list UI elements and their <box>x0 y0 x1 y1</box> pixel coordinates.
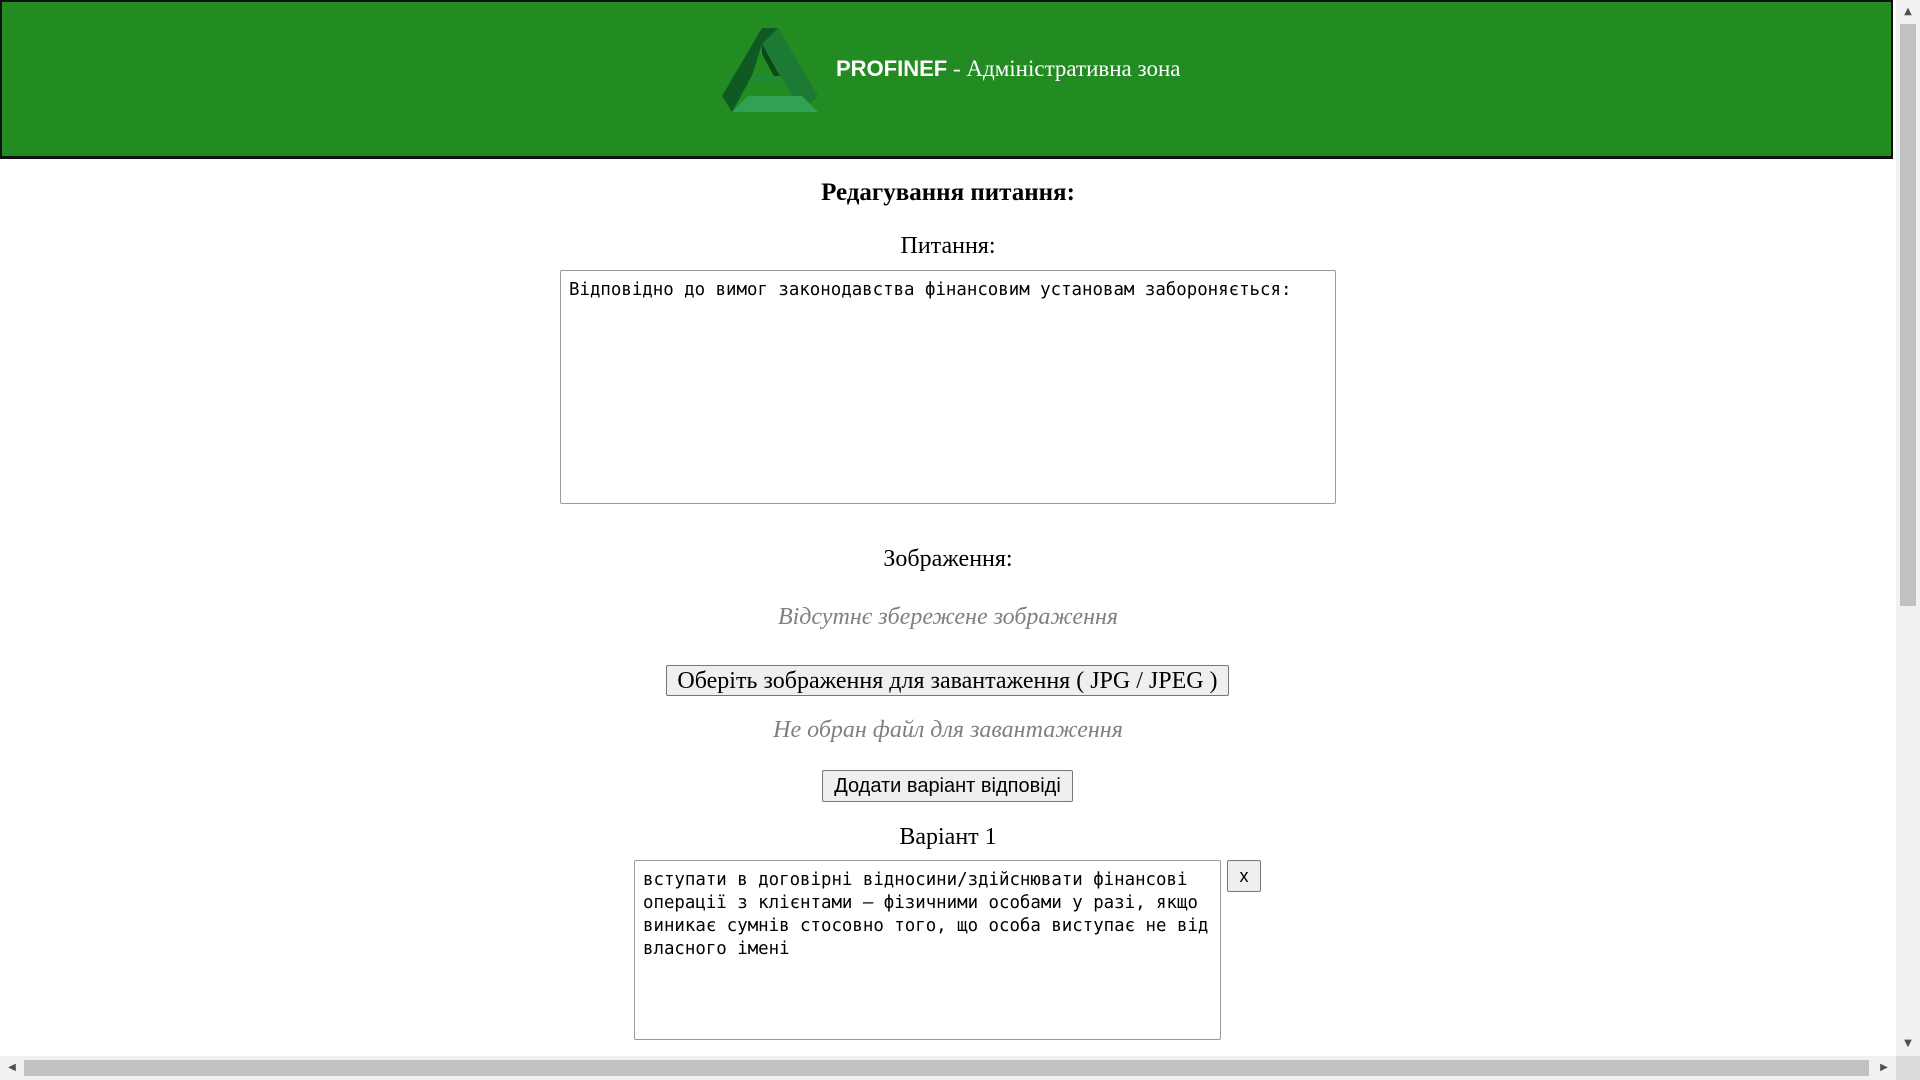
remove-variant-button[interactable]: x <box>1227 860 1261 892</box>
scroll-right-arrow-icon[interactable]: ▶ <box>1872 1056 1896 1080</box>
no-saved-image-text: Відсутнє збережене зображення <box>777 604 1119 630</box>
admin-header: PROFINEF - Адміністративна зона <box>0 0 1893 159</box>
zone-title: Адміністративна зона <box>966 56 1181 81</box>
variant-label: Варіант 1 <box>899 824 997 850</box>
page-title: Редагування питання: <box>821 179 1075 206</box>
horizontal-scrollbar[interactable]: ◀ ▶ <box>0 1056 1896 1080</box>
title-separator: - <box>947 56 967 81</box>
add-answer-variant-button[interactable]: Додати варіант відповіді <box>822 770 1073 802</box>
scroll-up-arrow-icon[interactable]: ▲ <box>1896 0 1920 24</box>
scroll-down-arrow-icon[interactable]: ▼ <box>1896 1032 1920 1056</box>
impossible-triangle-logo <box>722 28 818 112</box>
admin-title: PROFINEF - Адміністративна зона <box>836 52 1180 86</box>
page-viewport: PROFINEF - Адміністративна зона Редагува… <box>0 0 1896 1056</box>
horizontal-scroll-thumb[interactable] <box>24 1060 1869 1076</box>
no-file-selected-text: Не обран файл для завантаження <box>773 717 1123 743</box>
question-label: Питання: <box>900 233 996 259</box>
question-textarea[interactable]: Відповідно до вимог законодавства фінанс… <box>560 270 1336 504</box>
vertical-scroll-thumb[interactable] <box>1900 24 1916 606</box>
choose-image-button[interactable]: Оберіть зображення для завантаження ( JP… <box>666 665 1229 696</box>
vertical-scrollbar[interactable]: ▲ ▼ <box>1896 0 1920 1056</box>
image-label: Зображення: <box>883 546 1013 572</box>
variant-textarea[interactable]: вступати в договірні відносини/здійснюва… <box>634 860 1221 1040</box>
scrollbar-corner <box>1896 1056 1920 1080</box>
scroll-left-arrow-icon[interactable]: ◀ <box>0 1056 24 1080</box>
brand-name: PROFINEF <box>836 56 948 81</box>
